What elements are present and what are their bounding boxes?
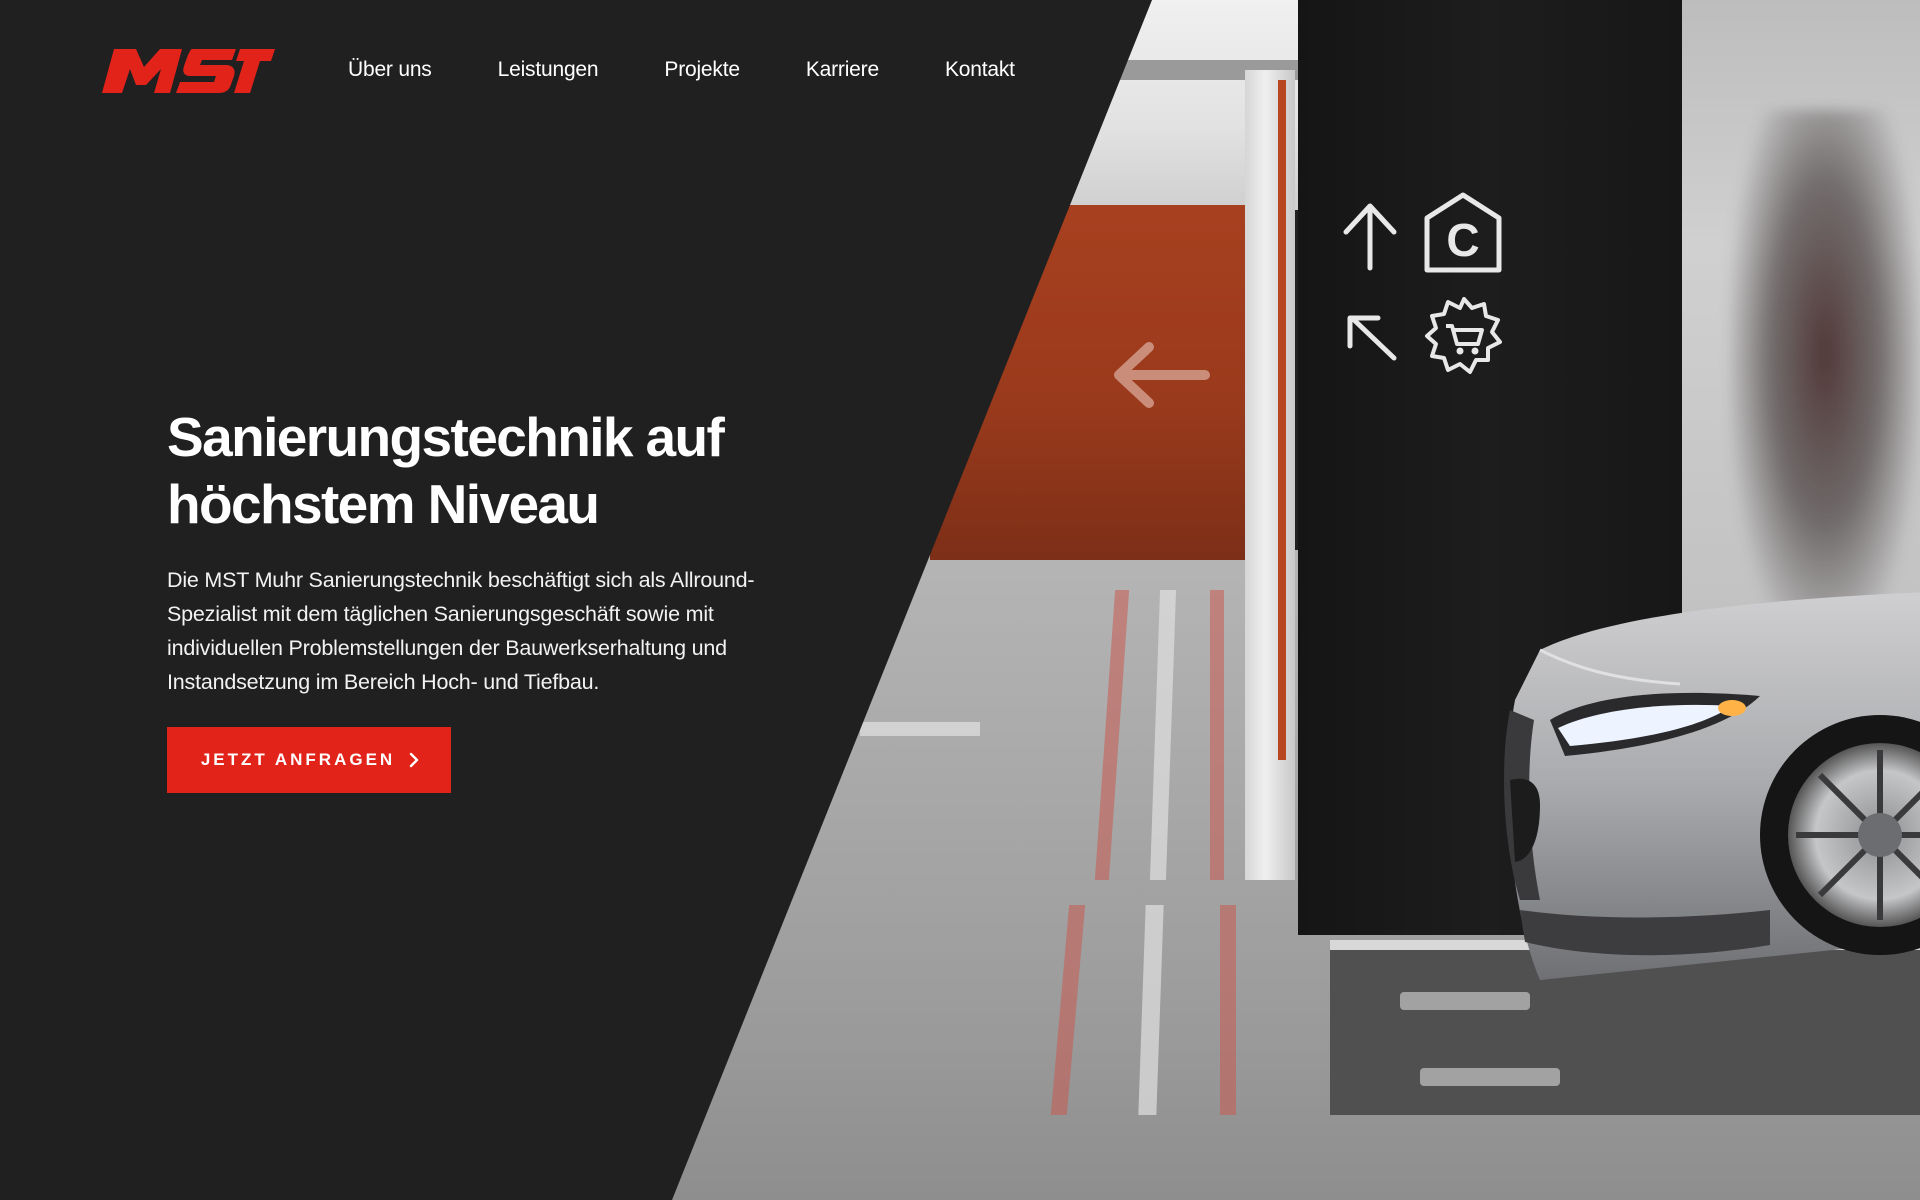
white-column [1245, 70, 1295, 880]
column-edge [1278, 80, 1286, 760]
hero-title-line-1: Sanierungstechnik auf [167, 406, 725, 468]
request-now-button[interactable]: JETZT ANFRAGEN [167, 727, 451, 793]
arrow-left-icon [1114, 342, 1210, 408]
mst-logo[interactable] [100, 45, 275, 97]
arrow-up-icon [1343, 203, 1397, 271]
main-navigation: Über uns Leistungen Projekte Karriere Ko… [348, 58, 1015, 82]
nav-item-leistungen[interactable]: Leistungen [498, 58, 599, 82]
nav-item-ueber-uns[interactable]: Über uns [348, 58, 432, 82]
floor-marking [1220, 905, 1236, 1115]
hero-title-line-2: höchstem Niveau [167, 473, 600, 535]
parking-c-icon: C [1424, 192, 1502, 273]
floor-marking [1420, 1068, 1560, 1086]
nav-item-kontakt[interactable]: Kontakt [945, 58, 1015, 82]
hero-title: Sanierungstechnik auf höchstem Niveau [167, 404, 867, 538]
chevron-right-icon [409, 752, 419, 768]
shopping-cart-icon [1425, 297, 1502, 374]
svg-text:C: C [1446, 214, 1479, 266]
nav-item-karriere[interactable]: Karriere [806, 58, 879, 82]
nav-item-projekte[interactable]: Projekte [664, 58, 740, 82]
floor-marking [1210, 590, 1224, 880]
hero-description: Die MST Muhr Sanierungstechnik beschäfti… [167, 568, 755, 694]
site-header: Über uns Leistungen Projekte Karriere Ko… [0, 0, 1100, 150]
arrow-up-left-icon [1347, 315, 1397, 361]
floor-marking [860, 722, 980, 736]
cta-label: JETZT ANFRAGEN [200, 750, 396, 769]
car-image [1504, 592, 1920, 980]
blurred-person [1730, 110, 1920, 650]
